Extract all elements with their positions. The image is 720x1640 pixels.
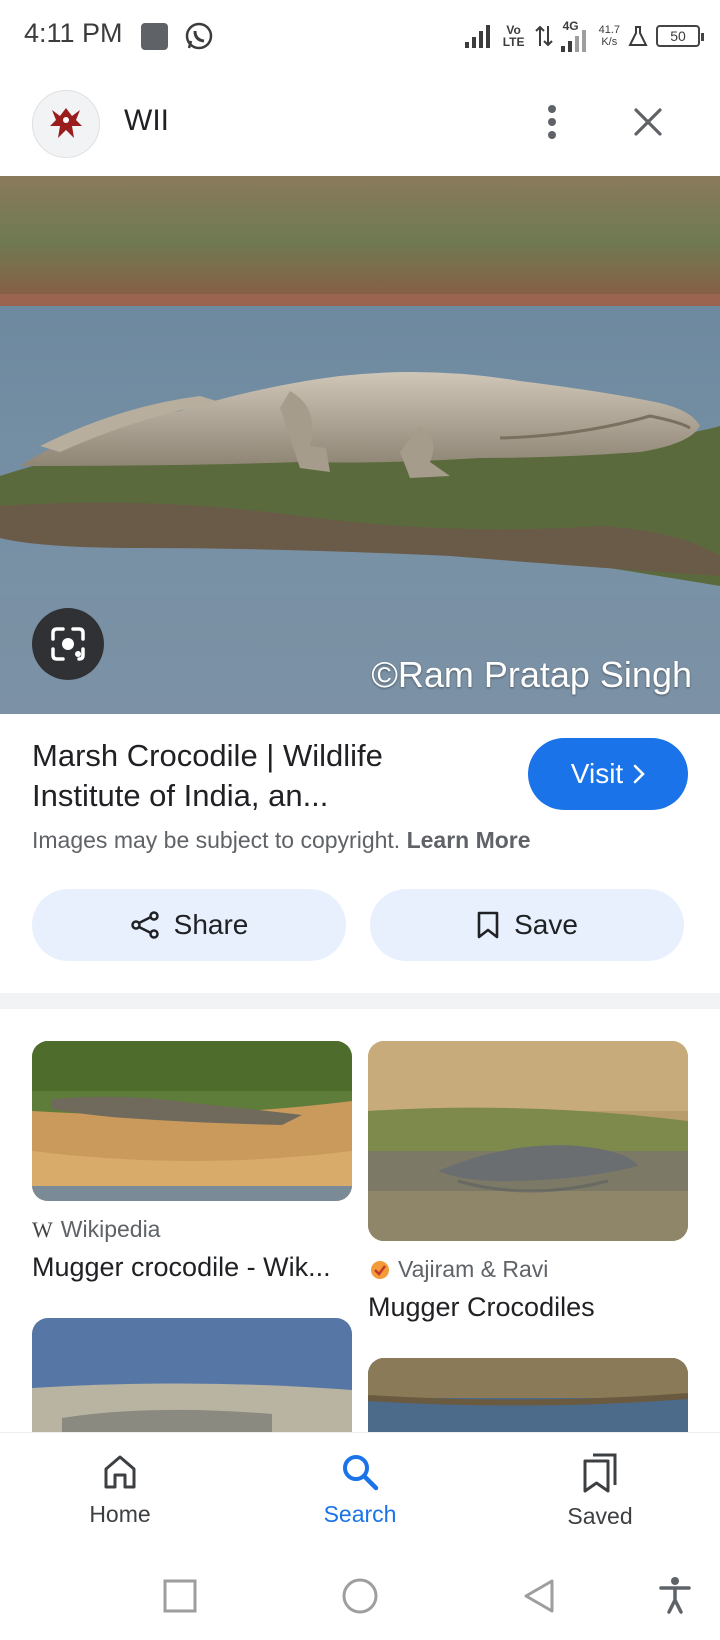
system-navigation-bar [0, 1552, 720, 1640]
main-image[interactable]: ©Ram Pratap Singh [0, 176, 720, 714]
site-avatar[interactable] [32, 90, 100, 158]
recents-icon[interactable] [163, 1579, 197, 1613]
nav-saved-label: Saved [567, 1503, 633, 1529]
speed-value: 41.7 [598, 24, 620, 36]
chevron-right-icon [633, 764, 646, 784]
battery-icon: 50 [656, 25, 704, 47]
lens-search-button[interactable] [32, 608, 104, 680]
site-logo-icon [50, 108, 82, 138]
google-lens-icon [51, 627, 85, 661]
related-source-name: Wikipedia [60, 1216, 161, 1242]
bottom-navigation: Home Search Saved [0, 1432, 720, 1552]
copyright-text: Images may be subject to copyright. [32, 827, 401, 853]
wikipedia-icon: W [32, 1216, 53, 1242]
status-time: 4:11 PM [24, 18, 123, 48]
result-title[interactable]: Marsh Crocodile | Wildlife Institute of … [32, 736, 472, 816]
related-title-1[interactable]: Mugger crocodile - Wik... [32, 1252, 331, 1283]
header-bar: WII [0, 80, 720, 176]
notification-square-icon [141, 23, 168, 50]
visit-button[interactable]: Visit [528, 738, 688, 810]
status-bar: 4:11 PM Vo LTE 4G 41.7 K/s 50 [0, 0, 720, 72]
accessibility-icon[interactable] [658, 1576, 692, 1614]
related-title-2[interactable]: Mugger Crocodiles [368, 1292, 595, 1323]
data-arrows-icon [534, 25, 553, 47]
more-vert-icon [548, 105, 556, 139]
learn-more-link[interactable]: Learn More [407, 827, 531, 853]
share-icon [130, 911, 159, 939]
visit-label: Visit [570, 758, 624, 789]
volte-label: Vo LTE [502, 23, 525, 49]
nav-home[interactable]: Home [40, 1453, 200, 1528]
related-image-1[interactable] [32, 1041, 352, 1201]
image-watermark: ©Ram Pratap Singh [371, 654, 692, 695]
save-button[interactable]: Save [370, 889, 684, 961]
saved-collections-icon [583, 1453, 617, 1493]
copyright-notice: Images may be subject to copyright. Lear… [32, 827, 531, 854]
site-name: WII [124, 104, 169, 137]
nav-saved[interactable]: Saved [520, 1453, 680, 1530]
section-divider [0, 993, 720, 1009]
back-triangle-icon[interactable] [522, 1578, 556, 1614]
flask-icon [628, 26, 648, 46]
nav-search-label: Search [323, 1501, 397, 1527]
crocodile-thumbnail [368, 1041, 688, 1241]
nav-search[interactable]: Search [280, 1453, 440, 1528]
search-icon [343, 1455, 379, 1491]
signal-icon [464, 25, 490, 48]
crocodile-thumbnail [32, 1041, 352, 1201]
related-source-1[interactable]: W Wikipedia [32, 1216, 160, 1243]
home-icon [104, 1455, 136, 1489]
nav-home-label: Home [89, 1501, 151, 1527]
save-label: Save [514, 909, 578, 940]
speed-unit: K/s [601, 36, 618, 48]
crocodile-photo [0, 176, 720, 714]
share-label: Share [173, 909, 249, 940]
close-button[interactable] [626, 98, 670, 146]
vajiram-logo-icon [371, 1260, 389, 1279]
close-icon [634, 108, 662, 136]
signal-icon-2 [560, 30, 586, 52]
whatsapp-icon [184, 21, 214, 51]
related-source-name: Vajiram & Ravi [398, 1256, 549, 1282]
bookmark-icon [477, 911, 499, 939]
related-image-2[interactable] [368, 1041, 688, 1241]
more-options-button[interactable] [534, 98, 570, 146]
related-source-2[interactable]: Vajiram & Ravi [370, 1256, 548, 1283]
home-circle-icon[interactable] [341, 1577, 379, 1615]
share-button[interactable]: Share [32, 889, 346, 961]
